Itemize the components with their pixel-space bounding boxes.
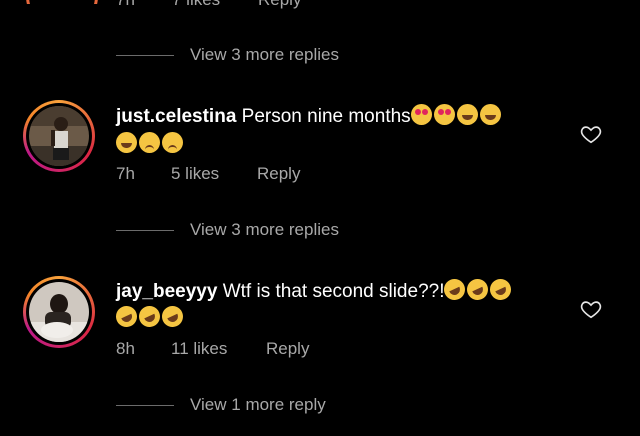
view-more-replies-button[interactable]: View 3 more replies [190,45,339,65]
replies-divider [116,405,174,406]
joy-emoji-icon [456,104,478,125]
partial-avatar-ring[interactable] [26,0,98,4]
comment-text: Person nine months [241,106,411,127]
comment-emoji-line-2 [112,302,187,331]
rofl-emoji-icon [112,302,141,331]
joy-emoji-icon [116,132,137,153]
rofl-emoji-icon [487,275,515,304]
like-heart-icon[interactable] [580,123,602,145]
sad-emoji-icon [162,132,183,153]
rofl-emoji-icon [464,275,492,304]
partial-likes[interactable]: 7 likes [172,0,220,10]
avatar-jay-beeyyy[interactable] [23,276,95,348]
sad-emoji-icon [139,132,160,153]
replies-divider [116,55,174,56]
heart-eyes-emoji-icon [410,104,432,125]
view-more-replies-button[interactable]: View 3 more replies [190,220,339,240]
view-more-replies-button[interactable]: View 1 more reply [190,395,326,415]
partial-time: 7h [116,0,135,10]
username[interactable]: just.celestina [116,106,236,127]
comment-likes[interactable]: 5 likes [171,164,219,184]
heart-eyes-emoji-icon [433,104,455,125]
rofl-emoji-icon [158,302,187,331]
partial-reply-button[interactable]: Reply [258,0,301,10]
joy-emoji-icon [479,104,501,125]
rofl-emoji-icon [135,302,164,331]
avatar-image [29,106,89,166]
replies-divider [116,230,174,231]
comment-text-line-1: jay_beeyyy Wtf is that second slide??! [116,275,515,304]
avatar-image [29,282,89,342]
comment-time: 7h [116,164,135,183]
username[interactable]: jay_beeyyy [116,281,217,302]
comment-text-line-1: just.celestina Person nine months [116,104,503,128]
comment-time: 8h [116,339,135,358]
comment-reply-button[interactable]: Reply [266,339,309,359]
comment-reply-button[interactable]: Reply [257,164,300,184]
like-heart-icon[interactable] [580,298,602,320]
comment-likes[interactable]: 11 likes [171,339,227,359]
rofl-emoji-icon [441,275,469,304]
comment-emoji-line-2 [116,132,185,156]
comment-text: Wtf is that second slide??! [222,281,445,302]
avatar-just-celestina[interactable] [23,100,95,172]
